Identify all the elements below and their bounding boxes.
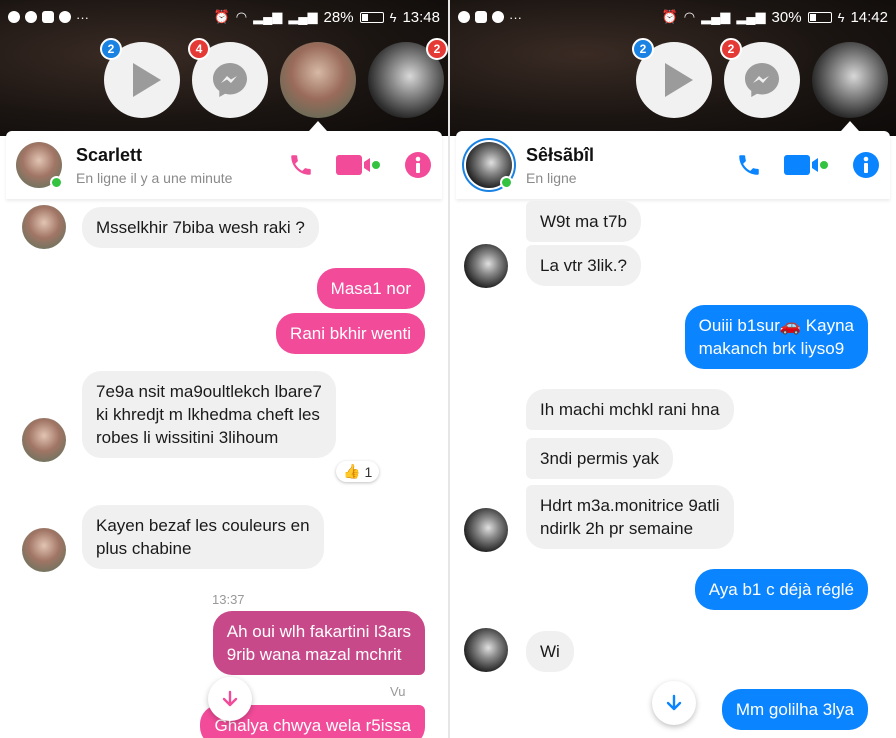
messenger-status-icon bbox=[25, 11, 37, 23]
messenger-status-icon bbox=[8, 11, 20, 23]
contact-name[interactable]: Scarlett bbox=[76, 145, 288, 166]
active-head-pointer bbox=[309, 121, 327, 131]
signal-icon: ▂▄▆ bbox=[253, 9, 283, 24]
signal-icon: ▂▄▆ bbox=[701, 9, 731, 24]
message-timestamp: 13:37 bbox=[212, 592, 245, 607]
message-incoming[interactable]: W9t ma t7b bbox=[526, 201, 641, 242]
message-reaction[interactable]: 👍 1 bbox=[336, 461, 380, 482]
messenger-chat-head[interactable]: 2 bbox=[720, 38, 800, 118]
video-icon[interactable] bbox=[784, 153, 830, 177]
right-chat-screen: ··· ⏰ ◠ ▂▄▆ ▂▄▆ 30% ϟ 14:42 2 2 Sêłsãbîl… bbox=[450, 0, 896, 738]
message-outgoing[interactable]: Ouiii b1sur🚗 Kayna makanch brk liyso9 bbox=[684, 305, 868, 369]
battery-icon bbox=[359, 11, 384, 23]
status-bar: ··· ⏰ ◠ ▂▄▆ ▂▄▆ 30% ϟ 14:42 bbox=[450, 0, 896, 34]
online-indicator bbox=[50, 176, 63, 189]
overflow-indicator: ··· bbox=[76, 9, 89, 25]
message-incoming[interactable]: La vtr 3lik.? bbox=[526, 245, 641, 286]
battery-icon bbox=[807, 11, 832, 23]
message-outgoing[interactable]: Masa1 nor bbox=[316, 268, 425, 309]
message-incoming[interactable]: Ih machi mchkl rani hna bbox=[526, 389, 734, 430]
clock: 14:42 bbox=[850, 8, 888, 26]
scroll-to-bottom-button[interactable] bbox=[652, 681, 696, 725]
unread-badge: 2 bbox=[632, 38, 654, 60]
conversation-header: Sêłsãbîl En ligne bbox=[456, 131, 890, 199]
left-chat-screen: ··· ⏰ ◠ ▂▄▆ ▂▄▆ 28% ϟ 13:48 2 4 2 Scarle… bbox=[0, 0, 448, 738]
charging-icon: ϟ bbox=[837, 9, 845, 25]
message-incoming[interactable]: Msselkhir 7biba wesh raki ? bbox=[82, 207, 319, 248]
gallery-status-icon bbox=[475, 11, 487, 23]
active-head-pointer bbox=[841, 121, 859, 131]
message-incoming[interactable]: Hdrt m3a.monitrice 9atli ndirlk 2h pr se… bbox=[526, 485, 734, 549]
message-incoming[interactable]: Kayen bezaf les couleurs en plus chabine bbox=[82, 505, 324, 569]
contact-avatar[interactable] bbox=[16, 142, 63, 189]
search-status-icon bbox=[492, 11, 504, 23]
battery-percent: 30% bbox=[771, 8, 802, 26]
messenger-chat-head[interactable]: 4 bbox=[188, 38, 268, 118]
alarm-icon: ⏰ bbox=[661, 9, 678, 24]
phone-icon[interactable] bbox=[288, 152, 314, 178]
status-bar: ··· ⏰ ◠ ▂▄▆ ▂▄▆ 28% ϟ 13:48 bbox=[0, 0, 448, 34]
unread-badge: 2 bbox=[720, 38, 742, 60]
unread-badge: 2 bbox=[426, 38, 448, 60]
contact-chat-head-active[interactable] bbox=[280, 42, 356, 118]
arrow-down-icon bbox=[666, 694, 682, 711]
video-chat-head[interactable]: 2 bbox=[100, 38, 180, 118]
signal-icon: ▂▄▆ bbox=[736, 9, 766, 24]
contact-chat-head-active[interactable] bbox=[812, 42, 888, 118]
unread-badge: 2 bbox=[100, 38, 122, 60]
play-icon bbox=[665, 63, 693, 97]
messenger-status-icon bbox=[458, 11, 470, 23]
phone-icon[interactable] bbox=[736, 152, 762, 178]
message-outgoing[interactable]: Ah oui wlh fakartini l3ars 9rib wana maz… bbox=[212, 611, 425, 675]
message-outgoing[interactable]: Mm golilha 3lya bbox=[721, 689, 868, 730]
contact-status: En ligne bbox=[526, 169, 577, 186]
battery-percent: 28% bbox=[323, 8, 354, 26]
info-icon[interactable] bbox=[852, 151, 880, 179]
play-icon bbox=[133, 63, 161, 97]
seen-indicator: Vu bbox=[390, 684, 406, 699]
conversation-header: Scarlett En ligne il y a une minute bbox=[6, 131, 442, 199]
sender-avatar[interactable] bbox=[464, 628, 508, 672]
alarm-icon: ⏰ bbox=[213, 9, 230, 24]
reaction-count: 1 bbox=[364, 463, 373, 480]
online-indicator bbox=[500, 176, 513, 189]
message-outgoing[interactable]: Aya b1 c déjà réglé bbox=[694, 569, 868, 610]
contact-chat-head[interactable]: 2 bbox=[368, 38, 448, 118]
contact-name[interactable]: Sêłsãbîl bbox=[526, 145, 736, 166]
chat-heads-bar: 2 2 bbox=[450, 38, 896, 122]
sender-avatar[interactable] bbox=[464, 244, 508, 288]
info-icon[interactable] bbox=[404, 151, 432, 179]
message-list[interactable]: Msselkhir 7biba wesh raki ? Masa1 nor Ra… bbox=[0, 199, 448, 738]
search-status-icon bbox=[59, 11, 71, 23]
video-chat-head[interactable]: 2 bbox=[632, 38, 712, 118]
thumbs-up-icon: 👍 bbox=[343, 463, 361, 479]
messenger-icon bbox=[213, 63, 247, 97]
chat-heads-bar: 2 4 2 bbox=[0, 38, 448, 122]
sender-avatar[interactable] bbox=[22, 418, 66, 462]
clock: 13:48 bbox=[402, 8, 440, 26]
unread-badge: 4 bbox=[188, 38, 210, 60]
message-incoming[interactable]: 7e9a nsit ma9oultlekch lbare7 ki khredjt… bbox=[82, 371, 336, 458]
scroll-to-bottom-button[interactable] bbox=[208, 677, 252, 721]
sender-avatar[interactable] bbox=[22, 528, 66, 572]
video-icon[interactable] bbox=[336, 153, 382, 177]
sender-avatar[interactable] bbox=[464, 508, 508, 552]
charging-icon: ϟ bbox=[389, 9, 397, 25]
message-incoming[interactable]: Wi bbox=[526, 631, 574, 672]
contact-avatar[interactable] bbox=[466, 142, 513, 189]
message-incoming[interactable]: 3ndi permis yak bbox=[526, 438, 674, 479]
message-outgoing[interactable]: Rani bkhir wenti bbox=[276, 313, 425, 354]
gallery-status-icon bbox=[42, 11, 54, 23]
sender-avatar[interactable] bbox=[22, 205, 66, 249]
arrow-down-icon bbox=[222, 690, 238, 707]
overflow-indicator: ··· bbox=[509, 9, 522, 25]
signal-icon: ▂▄▆ bbox=[288, 9, 318, 24]
messenger-icon bbox=[745, 63, 779, 97]
message-list[interactable]: W9t ma t7b La vtr 3lik.? Ouiii b1sur🚗 Ka… bbox=[450, 199, 896, 738]
contact-status: En ligne il y a une minute bbox=[76, 169, 233, 186]
wifi-icon: ◠ bbox=[683, 9, 696, 24]
wifi-icon: ◠ bbox=[235, 9, 248, 24]
